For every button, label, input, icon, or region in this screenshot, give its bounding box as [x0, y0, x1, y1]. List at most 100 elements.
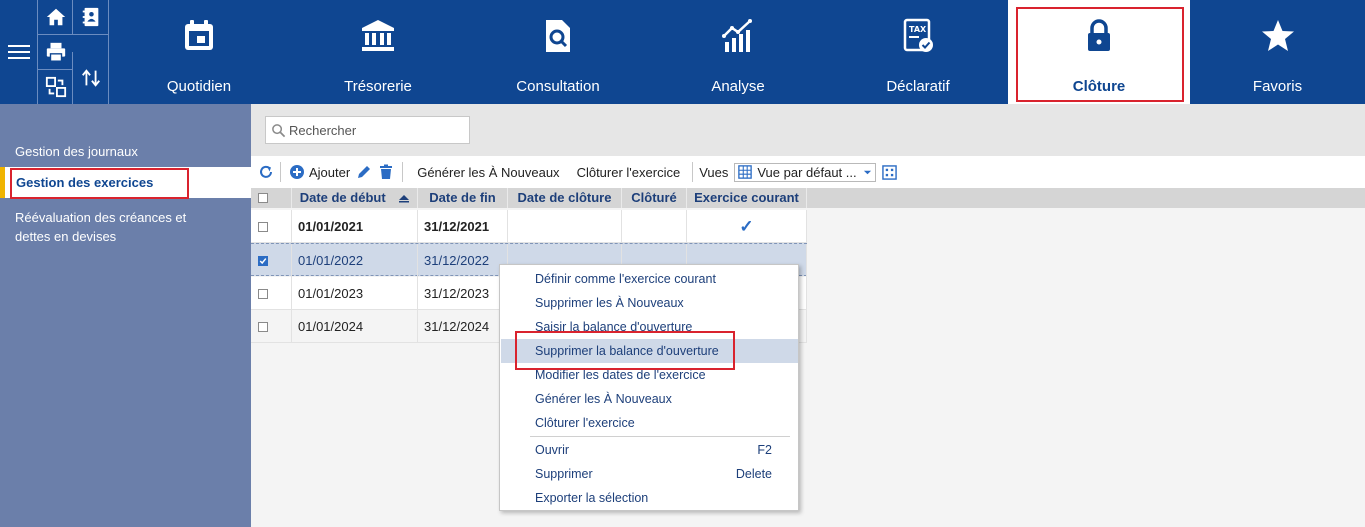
home-icon[interactable]	[37, 0, 73, 35]
menu-divider	[530, 436, 790, 437]
checkmark-icon	[259, 258, 267, 265]
context-menu: Définir comme l'exercice courant Supprim…	[499, 264, 799, 511]
close-exercise-button[interactable]: Clôturer l'exercice	[577, 156, 681, 188]
hamburger-menu-icon[interactable]	[0, 0, 37, 104]
menu-item-generate-nouveaux[interactable]: Générer les À Nouveaux	[501, 387, 798, 411]
cell-cloture	[622, 210, 687, 243]
menu-item-enter-opening-balance[interactable]: Saisir la balance d'ouverture	[501, 315, 798, 339]
column-header-date-fin[interactable]: Date de fin	[418, 188, 508, 208]
sidebar-item-journaux[interactable]: Gestion des journaux	[0, 142, 251, 161]
print-icon[interactable]	[37, 35, 73, 70]
grid-header: Date de début Date de fin Date de clôtur…	[251, 188, 1365, 208]
menu-item-label: Ouvrir	[535, 443, 570, 457]
row-checkbox[interactable]	[258, 256, 268, 266]
row-checkbox-cell	[251, 244, 292, 277]
cell-date-debut: 01/01/2022	[292, 244, 418, 277]
column-header-cloture[interactable]: Clôturé	[622, 188, 687, 208]
add-label: Ajouter	[309, 164, 351, 180]
tab-label: Trésorerie	[344, 78, 412, 95]
tab-label: Analyse	[711, 78, 765, 95]
tab-consultation[interactable]: Consultation	[468, 0, 648, 104]
contacts-icon[interactable]	[72, 0, 108, 35]
toolbar-divider	[280, 162, 281, 182]
select-all-checkbox[interactable]	[258, 193, 268, 203]
sidebar-item-label: Gestion des exercices	[16, 175, 154, 190]
edit-pencil-icon[interactable]	[356, 156, 372, 188]
column-settings-icon[interactable]	[881, 156, 897, 188]
menu-item-export-selection[interactable]: Exporter la sélection	[501, 486, 798, 510]
table-row[interactable]: 01/01/2021 31/12/2021 ✓	[251, 210, 807, 243]
add-button[interactable]: Ajouter	[289, 156, 350, 188]
search-icon	[272, 123, 286, 137]
grid-view-icon	[738, 165, 753, 179]
add-icon	[290, 165, 304, 179]
tab-label: Consultation	[516, 78, 600, 95]
generate-nouveaux-button[interactable]: Générer les À Nouveaux	[417, 156, 559, 188]
delete-trash-icon[interactable]	[378, 156, 394, 188]
cell-date-fin: 31/12/2024	[418, 310, 508, 343]
sidebar-item-reevaluation[interactable]: Réévaluation des créances et dettes en d…	[0, 208, 200, 246]
tab-declaratif[interactable]: TAX Déclaratif	[828, 0, 1008, 104]
sidebar-item-exercices[interactable]: Gestion des exercices	[0, 167, 251, 198]
menu-item-delete-nouveaux[interactable]: Supprimer les À Nouveaux	[501, 291, 798, 315]
views-control: Vues Vue par défaut ...	[699, 156, 876, 188]
transfer-icon[interactable]	[37, 70, 73, 105]
tab-cloture[interactable]: Clôture	[1008, 0, 1190, 104]
top-navigation-bar: Quotidien Trésorerie Consultation Analys…	[0, 0, 1365, 105]
menu-item-label: Définir comme l'exercice courant	[535, 272, 716, 286]
menu-item-open[interactable]: Ouvrir F2	[501, 438, 798, 462]
row-checkbox-cell	[251, 210, 292, 243]
cell-date-cloture	[508, 210, 622, 243]
menu-item-label: Saisir la balance d'ouverture	[535, 320, 693, 334]
tab-favoris[interactable]: Favoris	[1190, 0, 1365, 104]
quick-toolbar-divider	[108, 0, 109, 104]
tab-label: Clôture	[1072, 78, 1126, 95]
menu-item-set-current[interactable]: Définir comme l'exercice courant	[501, 267, 798, 291]
calendar-icon	[181, 16, 217, 56]
column-header-date-cloture[interactable]: Date de clôture	[508, 188, 622, 208]
close-label: Clôturer l'exercice	[576, 164, 681, 180]
bank-icon	[360, 16, 396, 56]
search-placeholder: Rechercher	[289, 122, 357, 138]
menu-item-delete[interactable]: Supprimer Delete	[501, 462, 798, 486]
chart-icon	[720, 16, 756, 56]
toolbar-divider	[402, 162, 404, 182]
row-checkbox-cell	[251, 277, 292, 310]
tab-quotidien[interactable]: Quotidien	[110, 0, 288, 104]
lock-icon	[1081, 16, 1117, 56]
menu-item-shortcut: F2	[757, 443, 772, 457]
chevron-down-icon	[863, 170, 871, 174]
tab-label: Favoris	[1252, 78, 1303, 95]
column-header-date-debut[interactable]: Date de début	[292, 188, 418, 208]
tab-analyse[interactable]: Analyse	[648, 0, 828, 104]
star-icon	[1260, 16, 1296, 56]
menu-item-modify-dates[interactable]: Modifier les dates de l'exercice	[501, 363, 798, 387]
row-checkbox[interactable]	[258, 289, 268, 299]
search-area: Rechercher	[251, 104, 1365, 156]
row-checkbox[interactable]	[258, 222, 268, 232]
cell-date-fin: 31/12/2022	[418, 244, 508, 277]
search-input[interactable]: Rechercher	[265, 116, 470, 144]
cell-date-fin: 31/12/2023	[418, 277, 508, 310]
toolbar-divider	[692, 162, 694, 182]
grid-toolbar: Ajouter Générer les À Nouveaux Clôturer …	[251, 156, 1365, 188]
menu-item-delete-opening-balance[interactable]: Supprimer la balance d'ouverture	[501, 339, 798, 363]
column-header-exercice-courant[interactable]: Exercice courant	[687, 188, 807, 208]
generate-label: Générer les À Nouveaux	[417, 164, 560, 180]
views-label: Vues	[699, 164, 729, 180]
menu-item-label: Supprimer la balance d'ouverture	[535, 344, 719, 358]
menu-item-label: Supprimer les À Nouveaux	[535, 296, 684, 310]
sidebar-item-label: Réévaluation des créances et dettes en d…	[15, 210, 187, 244]
tab-label: Déclaratif	[886, 78, 950, 95]
menu-item-close-exercise[interactable]: Clôturer l'exercice	[501, 411, 798, 435]
menu-item-shortcut: Delete	[735, 467, 772, 481]
tab-tresorerie[interactable]: Trésorerie	[288, 0, 468, 104]
menu-item-label: Générer les À Nouveaux	[535, 392, 672, 406]
views-select[interactable]: Vue par défaut ...	[734, 162, 876, 182]
cell-date-debut: 01/01/2021	[292, 210, 418, 243]
sort-icon[interactable]	[72, 52, 108, 104]
main-content: Rechercher Ajouter Générer les À Nouveau…	[251, 104, 1365, 527]
refresh-icon[interactable]	[258, 156, 274, 188]
sidebar-item-label: Gestion des journaux	[15, 144, 138, 159]
row-checkbox[interactable]	[258, 322, 268, 332]
